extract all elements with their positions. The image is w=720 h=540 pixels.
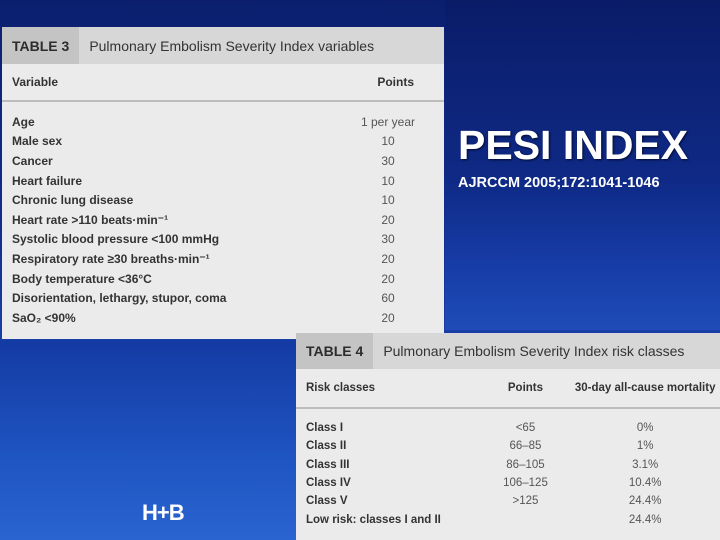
risk-class-cell: Class III xyxy=(306,458,350,471)
risk-class-cell: Class I xyxy=(306,422,344,435)
variable-cell: Age xyxy=(12,114,35,129)
table-row: Class V >125 24.4% xyxy=(296,492,720,510)
table-row: Class II 66–85 1% xyxy=(296,437,720,455)
table-row: Heart rate >110 beats·min⁻¹ 20 xyxy=(2,210,444,230)
points-cell: 20 xyxy=(381,212,395,227)
table-3-title: Pulmonary Embolism Severity Index variab… xyxy=(89,37,375,54)
table-row: Chronic lung disease 10 xyxy=(2,190,444,210)
table-3-header: TABLE 3 Pulmonary Embolism Severity Inde… xyxy=(2,27,444,64)
variable-cell: Body temperature <36°C xyxy=(12,271,152,286)
variable-cell: Male sex xyxy=(12,134,63,149)
table-row: Class IV 106–125 10.4% xyxy=(296,474,720,492)
points-cell: 106–125 xyxy=(503,477,548,490)
table-row: Cancer 30 xyxy=(2,151,444,171)
table-row: Respiratory rate ≥30 breaths·min⁻¹ 20 xyxy=(2,249,444,269)
slide-subtitle: AJRCCM 2005;172:1041-1046 xyxy=(458,175,660,191)
mortality-cell: 3.1% xyxy=(632,458,659,471)
points-cell: 30 xyxy=(381,153,395,168)
risk-class-cell: Class IV xyxy=(306,477,351,490)
table-row: Male sex 10 xyxy=(2,132,444,152)
table-4-title: Pulmonary Embolism Severity Index risk c… xyxy=(383,343,685,359)
table-3: TABLE 3 Pulmonary Embolism Severity Inde… xyxy=(2,27,444,339)
mortality-cell: 24.4% xyxy=(628,513,662,526)
risk-class-cell: Class V xyxy=(306,495,348,508)
table-4-header: TABLE 4 Pulmonary Embolism Severity Inde… xyxy=(296,333,720,369)
risk-class-cell: Low risk: classes I and II xyxy=(306,513,441,526)
variable-cell: Respiratory rate ≥30 breaths·min⁻¹ xyxy=(12,251,210,266)
variable-cell: Heart rate >110 beats·min⁻¹ xyxy=(12,212,169,227)
variable-cell: Heart failure xyxy=(12,173,83,188)
risk-class-cell: Class II xyxy=(306,440,347,453)
points-cell: 10 xyxy=(381,173,395,188)
column-header-variable: Variable xyxy=(12,75,59,89)
points-cell: 60 xyxy=(381,291,395,306)
points-cell: 20 xyxy=(381,251,395,266)
column-header-points: Points xyxy=(507,382,544,394)
mortality-cell: 0% xyxy=(636,422,654,435)
table-4: TABLE 4 Pulmonary Embolism Severity Inde… xyxy=(296,333,720,540)
column-header-points: Points xyxy=(377,75,414,89)
table-3-column-headers: Variable Points xyxy=(2,64,444,102)
column-header-mortality: 30-day all-cause mortality xyxy=(574,382,716,394)
points-cell: 30 xyxy=(381,232,395,247)
table-row: Low risk: classes I and II 24.4% xyxy=(296,510,720,528)
points-cell: 66–85 xyxy=(509,440,542,453)
variable-cell: Disorientation, lethargy, stupor, coma xyxy=(12,291,227,306)
table-4-body: Class I <65 0% Class II 66–85 1% Class III 86… xyxy=(296,409,720,529)
points-cell: <65 xyxy=(515,422,536,435)
table-row: Heart failure 10 xyxy=(2,171,444,191)
table-row: Class I <65 0% xyxy=(296,419,720,437)
points-cell: 20 xyxy=(381,310,395,325)
table-3-label: TABLE 3 xyxy=(2,27,80,64)
table-row: SaO₂ <90% 20 xyxy=(2,308,444,328)
mortality-cell: 24.4% xyxy=(628,495,662,508)
points-cell: 20 xyxy=(381,271,395,286)
mortality-cell: 10.4% xyxy=(628,477,662,490)
column-header-risk-classes: Risk classes xyxy=(306,382,376,394)
points-cell: >125 xyxy=(512,495,539,508)
table-row: Body temperature <36°C 20 xyxy=(2,269,444,289)
table-4-label: TABLE 4 xyxy=(296,333,374,369)
table-row: Class III 86–105 3.1% xyxy=(296,456,720,474)
points-cell: 10 xyxy=(381,134,395,149)
variable-cell: Systolic blood pressure <100 mmHg xyxy=(12,232,220,247)
points-cell: 86–105 xyxy=(506,458,545,471)
mortality-cell: 1% xyxy=(636,440,654,453)
points-cell: 10 xyxy=(381,193,395,208)
table-row: Disorientation, lethargy, stupor, coma 60 xyxy=(2,288,444,308)
logo: H+B xyxy=(142,500,185,525)
table-4-column-headers: Risk classes Points 30-day all-cause mor… xyxy=(296,369,720,409)
slide-title: PESI INDEX xyxy=(458,122,689,168)
points-cell: 1 per year xyxy=(360,114,416,129)
table-row: Systolic blood pressure <100 mmHg 30 xyxy=(2,230,444,250)
table-row: Age 1 per year xyxy=(2,112,444,132)
variable-cell: SaO₂ <90% xyxy=(12,310,76,325)
table-3-body: Age 1 per year Male sex 10 Cancer 30 Heart … xyxy=(2,102,444,328)
variable-cell: Chronic lung disease xyxy=(12,193,134,208)
variable-cell: Cancer xyxy=(12,153,53,168)
